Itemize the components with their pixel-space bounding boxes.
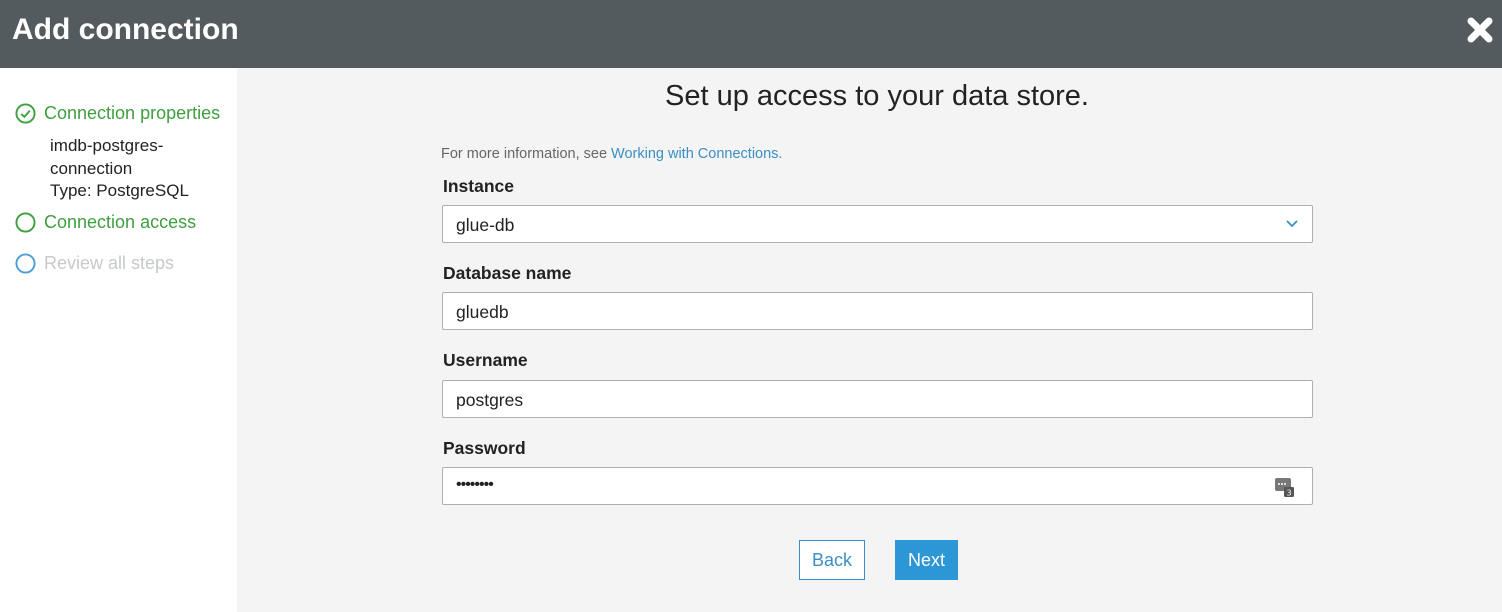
connection-name-line2: connection xyxy=(50,158,133,178)
info-prefix: For more information, see xyxy=(441,146,612,162)
database-name-label: Database name xyxy=(443,263,572,283)
password-value: •••••••• xyxy=(456,476,494,493)
instance-value: glue-db xyxy=(456,215,515,235)
connection-type: Type: PostgreSQL xyxy=(50,181,189,200)
info-text: For more information, see Working with C… xyxy=(441,146,782,162)
circle-icon xyxy=(15,212,36,233)
step-connection-access[interactable]: Connection access xyxy=(15,212,196,233)
back-button[interactable]: Back xyxy=(799,540,865,580)
step-connection-properties[interactable]: Connection properties xyxy=(15,103,220,124)
dialog-title: Add connection xyxy=(12,13,239,46)
password-manager-icon[interactable]: 3 xyxy=(1274,476,1296,498)
page-title: Set up access to your data store. xyxy=(665,80,1089,112)
check-circle-icon xyxy=(15,103,36,124)
username-label: Username xyxy=(443,350,528,370)
username-input[interactable]: postgres xyxy=(442,380,1313,418)
close-button[interactable] xyxy=(1464,14,1496,46)
dialog-header: Add connection xyxy=(0,0,1502,68)
svg-text:3: 3 xyxy=(1286,489,1291,498)
step-label: Connection access xyxy=(44,212,197,232)
next-button[interactable]: Next xyxy=(895,540,958,580)
database-name-value: gluedb xyxy=(456,302,509,322)
circle-icon xyxy=(15,253,36,274)
chevron-down-icon xyxy=(1286,220,1298,228)
instance-select[interactable]: glue-db xyxy=(442,205,1313,243)
step-label: Connection properties xyxy=(44,103,221,123)
close-icon xyxy=(1467,17,1493,43)
connection-name-line1: imdb-postgres- xyxy=(50,136,164,155)
step-label: Review all steps xyxy=(44,253,175,273)
password-input[interactable]: •••••••• 3 xyxy=(442,467,1313,505)
steps-sidebar: Connection properties imdb-postgres- con… xyxy=(0,68,237,612)
working-with-connections-link[interactable]: Working with Connections. xyxy=(611,146,782,162)
username-value: postgres xyxy=(456,390,524,410)
main-panel: Set up access to your data store. For mo… xyxy=(237,68,1502,612)
step-details: imdb-postgres- connection Type: PostgreS… xyxy=(50,135,189,203)
password-label: Password xyxy=(443,438,526,458)
step-review-all-steps: Review all steps xyxy=(15,253,174,274)
instance-label: Instance xyxy=(443,176,514,196)
database-name-input[interactable]: gluedb xyxy=(442,292,1313,330)
